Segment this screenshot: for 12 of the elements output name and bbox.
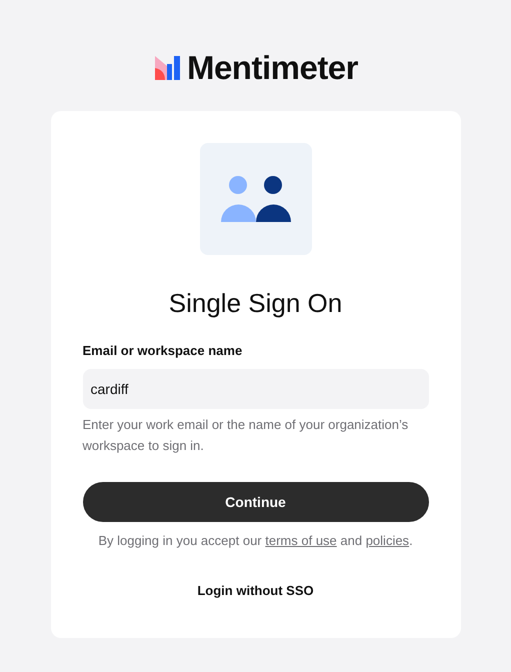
legal-text: By logging in you accept our terms of use and policies. — [97, 532, 414, 550]
people-icon — [220, 176, 290, 222]
legal-link[interactable]: terms of use — [265, 533, 337, 548]
continue-button[interactable]: Continue — [82, 482, 428, 522]
input-field[interactable]: cardiff — [82, 369, 428, 409]
legal-link[interactable]: policies — [366, 533, 410, 548]
login-without-sso-link[interactable]: Login without SSO — [197, 581, 314, 601]
brand-name: Mentimeter — [186, 50, 358, 84]
page-title: Single Sign On — [168, 287, 342, 320]
help-text: Enter your work email or the name of your organization’s workspace to sign in. — [82, 416, 410, 455]
logo-icon — [152, 54, 181, 80]
field-label: Email or workspace name — [82, 342, 244, 360]
